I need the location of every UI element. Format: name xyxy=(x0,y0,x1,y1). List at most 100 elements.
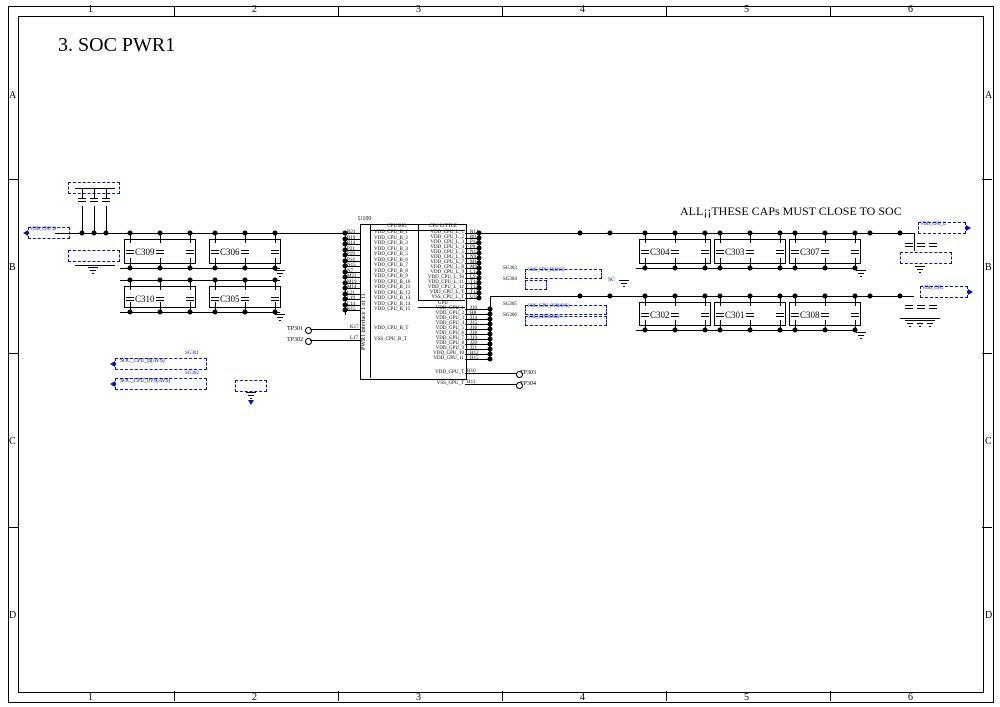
pin-wire xyxy=(469,268,479,269)
cap-icon xyxy=(156,245,164,259)
junction-dot xyxy=(104,231,109,236)
sg-ref: SG302 xyxy=(185,371,199,376)
pin-wire xyxy=(469,359,490,360)
wire xyxy=(190,233,191,243)
pin-tick xyxy=(356,233,360,234)
tp302: TP302 xyxy=(287,337,303,343)
wire xyxy=(855,296,856,306)
pin-wire xyxy=(345,266,356,267)
net-soc-cpu-b-sns: SOC_CPU_B(SNS) xyxy=(528,268,564,273)
wire xyxy=(160,280,161,290)
wire xyxy=(825,296,826,306)
pin-name: VDD_CPU_B_5 xyxy=(374,252,408,257)
tick xyxy=(8,353,18,354)
pin-name: VDD_GPU_11 xyxy=(420,356,464,361)
bus-gnd-row1 xyxy=(120,268,280,269)
pin-wire xyxy=(469,349,490,350)
pin-tick xyxy=(356,250,360,251)
gnd-icon xyxy=(856,332,866,340)
wire xyxy=(275,280,276,290)
pin-wire xyxy=(469,293,479,294)
junction-dot xyxy=(868,231,873,236)
pin-name: VDD_CPU_B_14 xyxy=(374,302,410,307)
pin-tick xyxy=(356,299,360,300)
pin-name: VSS_CPU_L_T xyxy=(420,295,464,300)
wire xyxy=(750,320,751,330)
tick xyxy=(338,691,339,701)
pin-name: VDD_CPU_B_10 xyxy=(374,280,410,285)
wire xyxy=(215,233,216,243)
coord-h5-top: 5 xyxy=(744,4,749,15)
cap-icon xyxy=(271,245,279,259)
coord-v-b-r: B xyxy=(985,262,992,273)
coord-h2-bot: 2 xyxy=(252,692,257,703)
ic-divider-l xyxy=(370,224,371,378)
junction-dot xyxy=(898,294,903,299)
ic-hdr-little: CPU LITTLE xyxy=(422,224,464,229)
wire xyxy=(130,258,131,268)
coord-h6-top: 6 xyxy=(908,4,913,15)
junction-dot xyxy=(578,294,583,299)
coord-h3-top: 3 xyxy=(416,4,421,15)
pin-tick xyxy=(356,283,360,284)
wire xyxy=(705,296,706,306)
wire xyxy=(190,280,191,290)
pin-vdd-gpu-t: VDD_GPU_T xyxy=(420,370,464,375)
wire xyxy=(795,258,796,268)
pin-tick xyxy=(356,329,360,330)
junction-dot xyxy=(898,231,903,236)
pin-wire xyxy=(469,339,490,340)
wire xyxy=(780,258,781,268)
pin-wire xyxy=(469,298,479,299)
tick xyxy=(8,179,18,180)
pin-tick xyxy=(356,244,360,245)
tick xyxy=(502,691,503,701)
junction-dot xyxy=(578,231,583,236)
tick xyxy=(338,6,339,16)
wire xyxy=(675,320,676,330)
coord-v-c-r: C xyxy=(985,436,992,447)
cap-icon xyxy=(241,245,249,259)
cap-icon xyxy=(186,245,194,259)
net-vdd-gpu: VDD_GPU xyxy=(922,286,943,291)
wire xyxy=(825,258,826,268)
pin-tick xyxy=(356,288,360,289)
net-nc1: NC xyxy=(608,278,614,283)
pin-vss-cpu-b-t: VSS_CPU_B_T xyxy=(374,337,407,342)
net-box-nc xyxy=(525,280,547,290)
wire xyxy=(130,233,131,243)
pin-wire xyxy=(469,278,479,279)
coord-v-d-r: D xyxy=(985,610,992,621)
cap-ref: C307 xyxy=(800,247,820,257)
pin-tick xyxy=(356,266,360,267)
pin-wire xyxy=(469,319,490,320)
pin-wire xyxy=(345,261,356,262)
cap-ref: C308 xyxy=(800,310,820,320)
pin-tick xyxy=(356,340,360,341)
pin-wire xyxy=(469,233,479,234)
pin-wire xyxy=(469,283,479,284)
pin-tick xyxy=(356,277,360,278)
pin-name: VDD_CPU_B_8 xyxy=(374,269,408,274)
tick xyxy=(982,353,992,354)
pin-name: VDD_CPU_B_11 xyxy=(374,285,410,290)
cap-icon xyxy=(641,245,649,259)
cap-ref: C304 xyxy=(650,247,670,257)
coord-h3-bot: 3 xyxy=(416,692,421,703)
tick xyxy=(174,6,175,16)
coord-h1-top: 1 xyxy=(88,4,93,15)
pin-wire xyxy=(469,243,479,244)
pin-tick xyxy=(356,294,360,295)
pin-wire xyxy=(345,272,356,273)
wire xyxy=(275,258,276,268)
wire xyxy=(469,373,517,374)
cap-icon xyxy=(851,245,859,259)
pin-wire xyxy=(345,288,356,289)
wire xyxy=(855,258,856,268)
gnd-icon xyxy=(856,270,866,278)
tick xyxy=(666,6,667,16)
pin-wire xyxy=(469,273,479,274)
pin-wire xyxy=(469,309,490,310)
wire xyxy=(855,233,856,243)
wire xyxy=(720,320,721,330)
